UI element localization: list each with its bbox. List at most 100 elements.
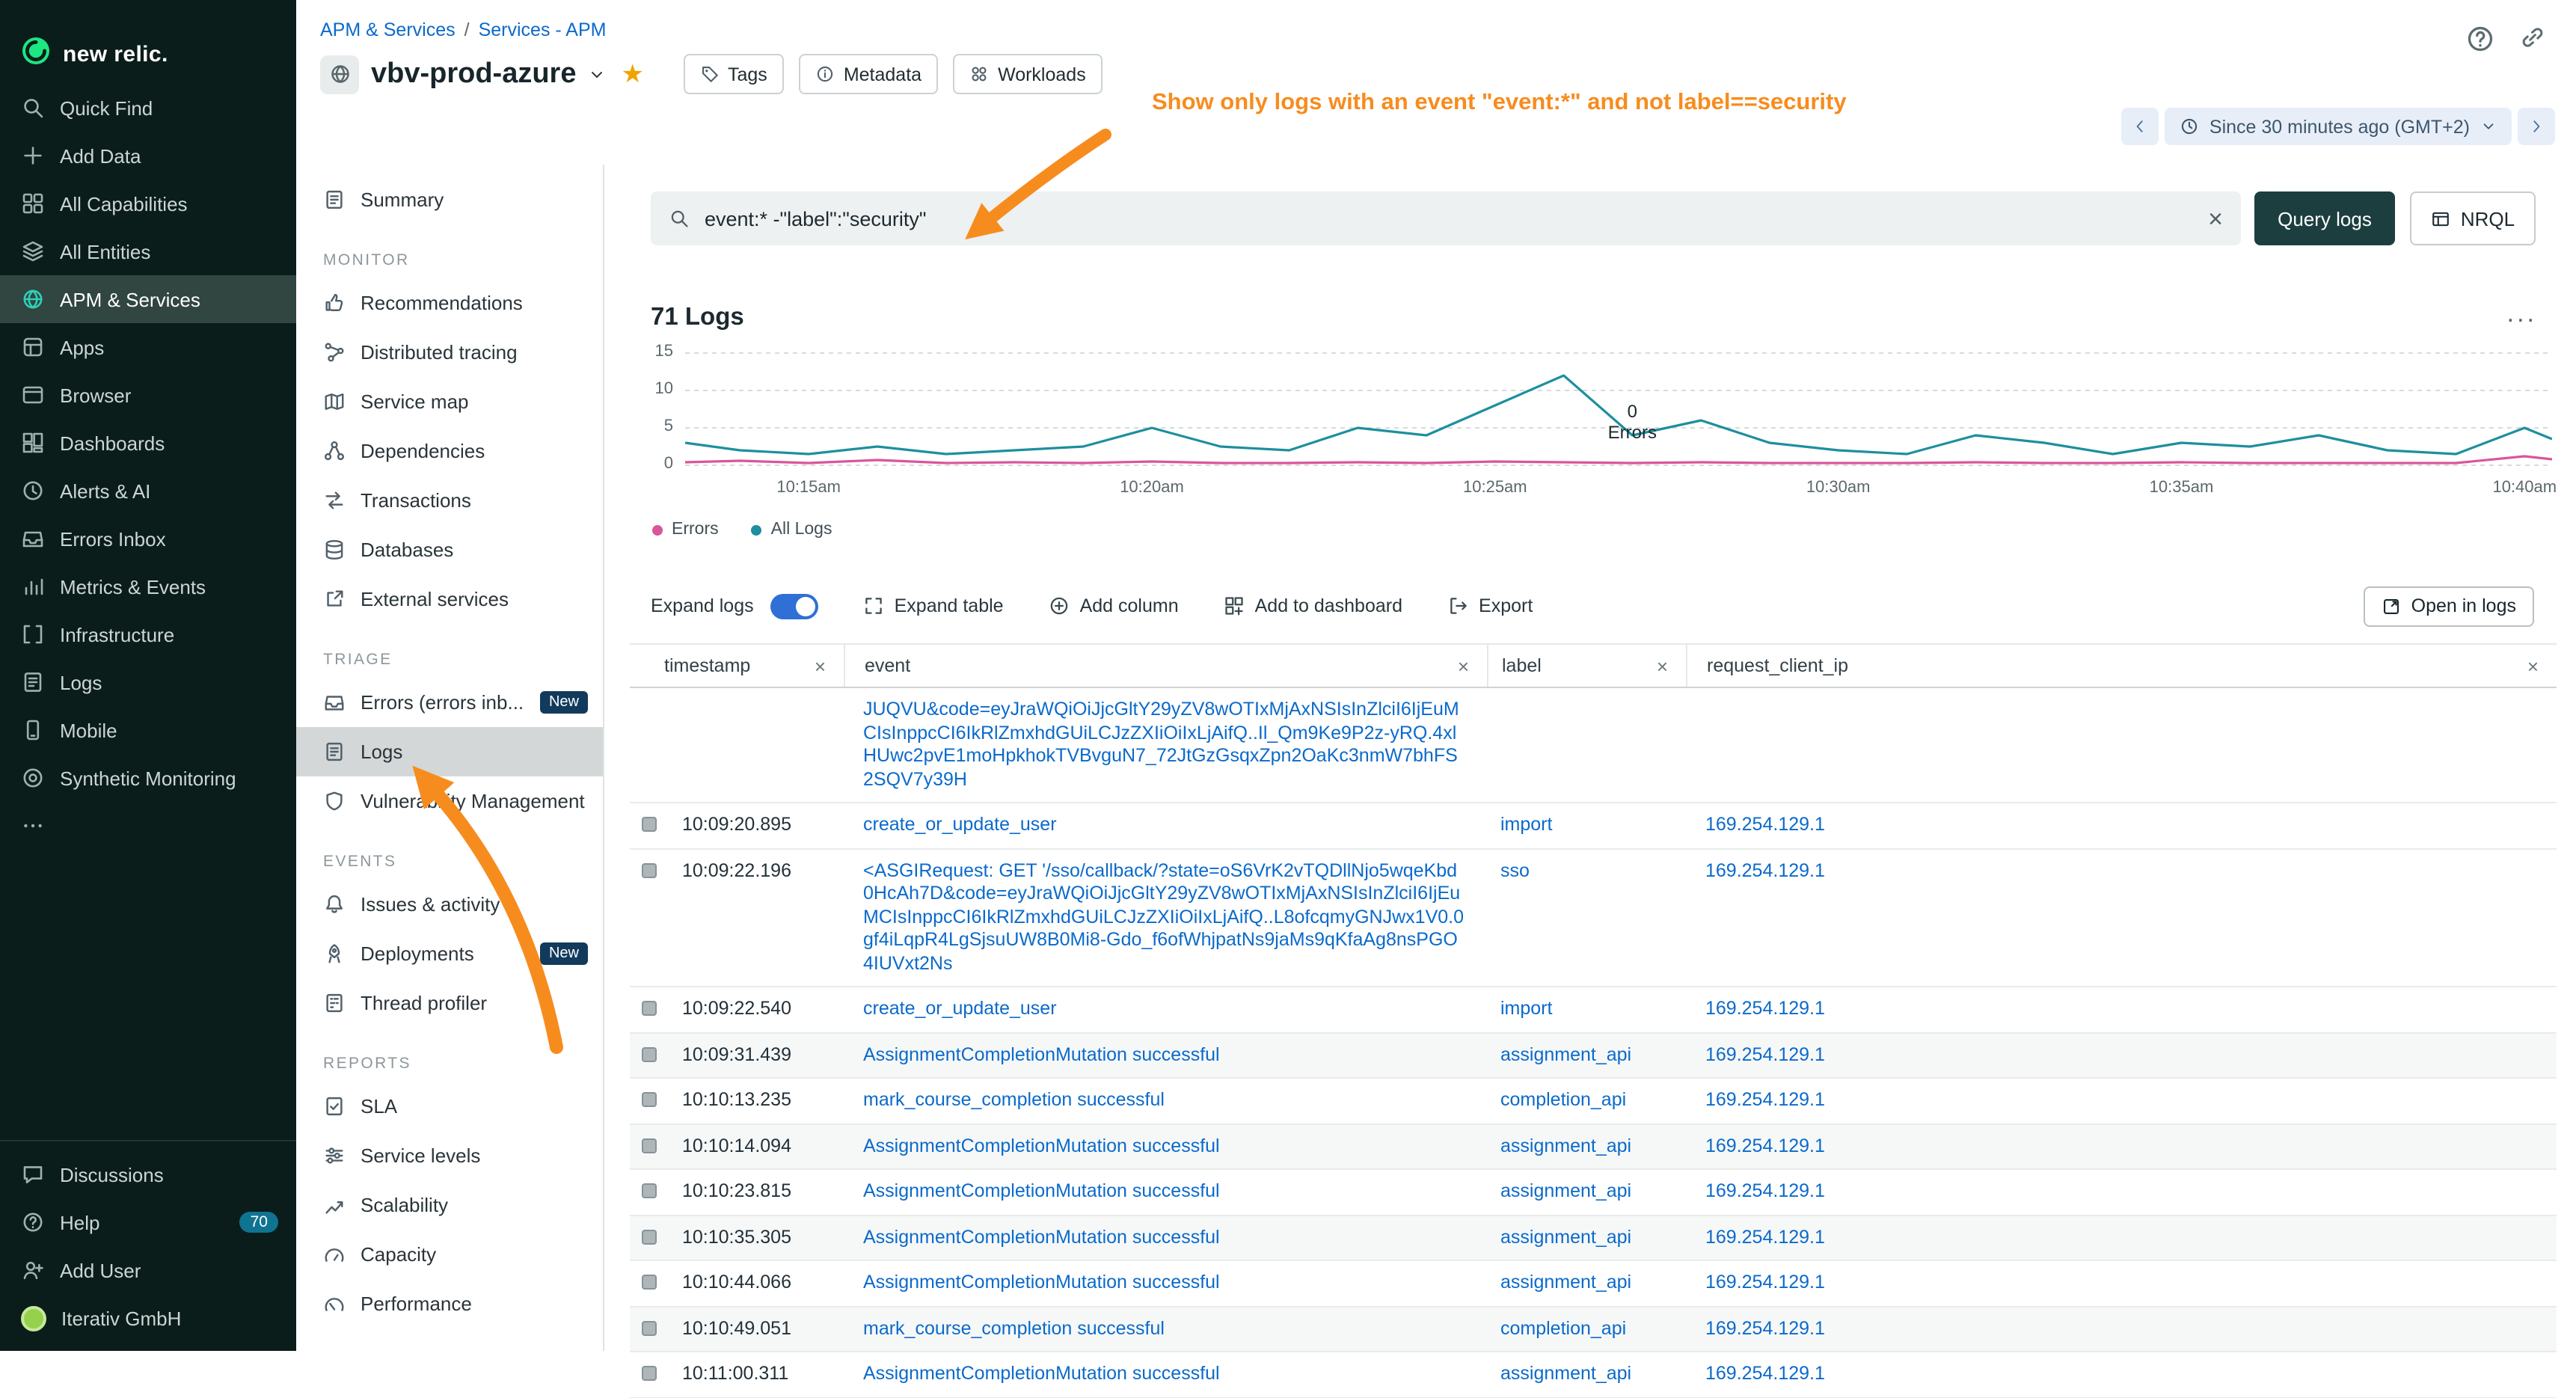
log-request-client-ip-link[interactable]: 169.254.129.1 xyxy=(1686,803,2557,847)
log-event-link[interactable]: AssignmentCompletionMutation successful xyxy=(844,1033,1487,1077)
remove-column-request-client-ip-icon[interactable]: × xyxy=(2527,654,2557,677)
table-row[interactable]: 10:10:35.305AssignmentCompletionMutation… xyxy=(630,1215,2557,1261)
log-request-client-ip-link[interactable]: 169.254.129.1 xyxy=(1686,1033,2557,1077)
sidebar-item-synthetic-monitoring[interactable]: Synthetic Monitoring xyxy=(0,754,296,802)
table-row[interactable]: 10:10:14.094AssignmentCompletionMutation… xyxy=(630,1124,2557,1170)
sidebar-item-alerts-ai[interactable]: Alerts & AI xyxy=(0,467,296,515)
chart-overflow-menu-icon[interactable]: ... xyxy=(2507,299,2537,329)
row-expand-icon[interactable] xyxy=(642,1046,657,1061)
log-event-link[interactable]: create_or_update_user xyxy=(844,987,1487,1031)
log-label-link[interactable]: completion_api xyxy=(1487,1307,1686,1351)
row-expand-icon[interactable] xyxy=(642,817,657,832)
table-row[interactable]: 10:09:22.196<ASGIRequest: GET '/sso/call… xyxy=(630,849,2557,987)
column-header-timestamp[interactable]: timestamp× xyxy=(630,645,844,687)
favorite-star-icon[interactable]: ★ xyxy=(622,59,645,89)
log-label-link[interactable]: assignment_api xyxy=(1487,1261,1686,1305)
log-label-link[interactable]: assignment_api xyxy=(1487,1215,1686,1260)
sidebar-item-more[interactable] xyxy=(0,802,296,850)
table-row[interactable]: 10:09:22.540create_or_update_userimport1… xyxy=(630,987,2557,1033)
time-range-button[interactable]: Since 30 minutes ago (GMT+2) xyxy=(2165,108,2512,145)
entity-switcher-chevron-icon[interactable] xyxy=(589,65,607,83)
sidebar-item-account[interactable]: Iterativ GmbH xyxy=(0,1294,296,1342)
legend-item-errors[interactable]: Errors xyxy=(652,521,719,539)
sidebar-item-discussions[interactable]: Discussions xyxy=(0,1150,296,1198)
sidebar-item-vulnerability-management[interactable]: Vulnerability Management xyxy=(296,776,603,826)
sidebar-item-all-entities[interactable]: All Entities xyxy=(0,227,296,275)
log-label-link[interactable]: completion_api xyxy=(1487,1079,1686,1123)
sidebar-item-summary[interactable]: Summary xyxy=(296,175,603,224)
sidebar-item-all-capabilities[interactable]: All Capabilities xyxy=(0,180,296,227)
log-request-client-ip-link[interactable]: 169.254.129.1 xyxy=(1686,1307,2557,1351)
legend-item-all-logs[interactable]: All Logs xyxy=(752,521,832,539)
logs-timeseries-chart[interactable]: 05101510:15am10:20am10:25am10:30am10:35a… xyxy=(604,347,2576,512)
log-request-client-ip-link[interactable]: 169.254.129.1 xyxy=(1686,849,2557,986)
table-row[interactable]: 10:10:23.815AssignmentCompletionMutation… xyxy=(630,1170,2557,1215)
expand-logs-toggle[interactable]: Expand logs xyxy=(651,593,818,619)
time-back-button[interactable] xyxy=(2121,108,2159,145)
log-event-link[interactable]: JUQVU&code=eyJraWQiOiJjcGltY29yZV8wOTIxM… xyxy=(844,688,1487,802)
column-header-request-client-ip[interactable]: request_client_ip× xyxy=(1686,645,2557,687)
table-row[interactable]: 10:09:31.439AssignmentCompletionMutation… xyxy=(630,1033,2557,1079)
log-request-client-ip-link[interactable]: 169.254.129.1 xyxy=(1686,1170,2557,1214)
row-expand-icon[interactable] xyxy=(642,1229,657,1244)
row-expand-icon[interactable] xyxy=(642,1183,657,1198)
sidebar-item-scalability[interactable]: Scalability xyxy=(296,1180,603,1230)
toggle-on-icon[interactable] xyxy=(770,593,818,619)
clear-query-icon[interactable]: × xyxy=(2208,206,2223,231)
breadcrumb-services-apm[interactable]: Services - APM xyxy=(479,19,607,40)
log-request-client-ip-link[interactable] xyxy=(1686,688,2557,802)
sidebar-item-thread-profiler[interactable]: Thread profiler xyxy=(296,978,603,1028)
sidebar-item-browser[interactable]: Browser xyxy=(0,371,296,419)
sidebar-item-transactions[interactable]: Transactions xyxy=(296,476,603,525)
table-row[interactable]: 10:10:44.066AssignmentCompletionMutation… xyxy=(630,1261,2557,1307)
row-expand-icon[interactable] xyxy=(642,1138,657,1153)
sidebar-item-dashboards[interactable]: Dashboards xyxy=(0,419,296,467)
log-label-link[interactable]: assignment_api xyxy=(1487,1124,1686,1168)
log-event-link[interactable]: mark_course_completion successful xyxy=(844,1307,1487,1351)
sidebar-item-metrics-events[interactable]: Metrics & Events xyxy=(0,562,296,610)
sidebar-item-dependencies[interactable]: Dependencies xyxy=(296,426,603,476)
log-label-link[interactable] xyxy=(1487,688,1686,802)
copy-link-icon[interactable] xyxy=(2519,24,2546,54)
row-expand-icon[interactable] xyxy=(642,1320,657,1335)
log-event-link[interactable]: <ASGIRequest: GET '/sso/callback/?state=… xyxy=(844,849,1487,986)
table-row[interactable]: 10:10:13.235mark_course_completion succe… xyxy=(630,1079,2557,1124)
add-column-button[interactable]: Add column xyxy=(1049,595,1179,616)
sidebar-item-add-data[interactable]: Add Data xyxy=(0,132,296,180)
add-to-dashboard-button[interactable]: Add to dashboard xyxy=(1224,595,1402,616)
column-header-event[interactable]: event× xyxy=(844,645,1487,687)
log-label-link[interactable]: assignment_api xyxy=(1487,1170,1686,1214)
remove-column-label-icon[interactable]: × xyxy=(1657,654,1686,677)
sidebar-item-errors-errors-inb[interactable]: Errors (errors inb...New xyxy=(296,678,603,727)
open-in-logs-button[interactable]: Open in logs xyxy=(2364,586,2534,626)
log-label-link[interactable]: import xyxy=(1487,987,1686,1031)
breadcrumb-apm-services[interactable]: APM & Services xyxy=(320,19,456,40)
tags-button[interactable]: Tags xyxy=(683,54,784,94)
table-row[interactable]: JUQVU&code=eyJraWQiOiJjcGltY29yZV8wOTIxM… xyxy=(630,688,2557,803)
sidebar-item-logs[interactable]: Logs xyxy=(0,658,296,706)
metadata-button[interactable]: Metadata xyxy=(799,54,938,94)
log-request-client-ip-link[interactable]: 169.254.129.1 xyxy=(1686,987,2557,1031)
sidebar-item-apps[interactable]: Apps xyxy=(0,323,296,371)
log-request-client-ip-link[interactable]: 169.254.129.1 xyxy=(1686,1124,2557,1168)
help-circle-icon[interactable] xyxy=(2465,24,2495,54)
sidebar-item-service-map[interactable]: Service map xyxy=(296,377,603,426)
log-event-link[interactable]: AssignmentCompletionMutation successful xyxy=(844,1215,1487,1260)
sidebar-item-issues-activity[interactable]: Issues & activity xyxy=(296,880,603,929)
sidebar-item-capacity[interactable]: Capacity xyxy=(296,1230,603,1279)
row-expand-icon[interactable] xyxy=(642,862,657,877)
sidebar-item-databases[interactable]: Databases xyxy=(296,525,603,574)
query-logs-button[interactable]: Query logs xyxy=(2254,191,2395,245)
log-event-link[interactable]: create_or_update_user xyxy=(844,803,1487,847)
new-relic-logo[interactable]: new relic. xyxy=(0,0,296,84)
log-label-link[interactable]: assignment_api xyxy=(1487,1033,1686,1077)
sidebar-item-infrastructure[interactable]: Infrastructure xyxy=(0,610,296,658)
log-request-client-ip-link[interactable]: 169.254.129.1 xyxy=(1686,1261,2557,1305)
sidebar-item-errors-inbox[interactable]: Errors Inbox xyxy=(0,515,296,562)
column-header-label[interactable]: label× xyxy=(1487,645,1686,687)
expand-table-button[interactable]: Expand table xyxy=(863,595,1004,616)
table-row[interactable]: 10:10:49.051mark_course_completion succe… xyxy=(630,1307,2557,1352)
remove-column-event-icon[interactable]: × xyxy=(1458,654,1487,677)
sidebar-item-add-user[interactable]: Add User xyxy=(0,1246,296,1294)
row-expand-icon[interactable] xyxy=(642,1275,657,1290)
